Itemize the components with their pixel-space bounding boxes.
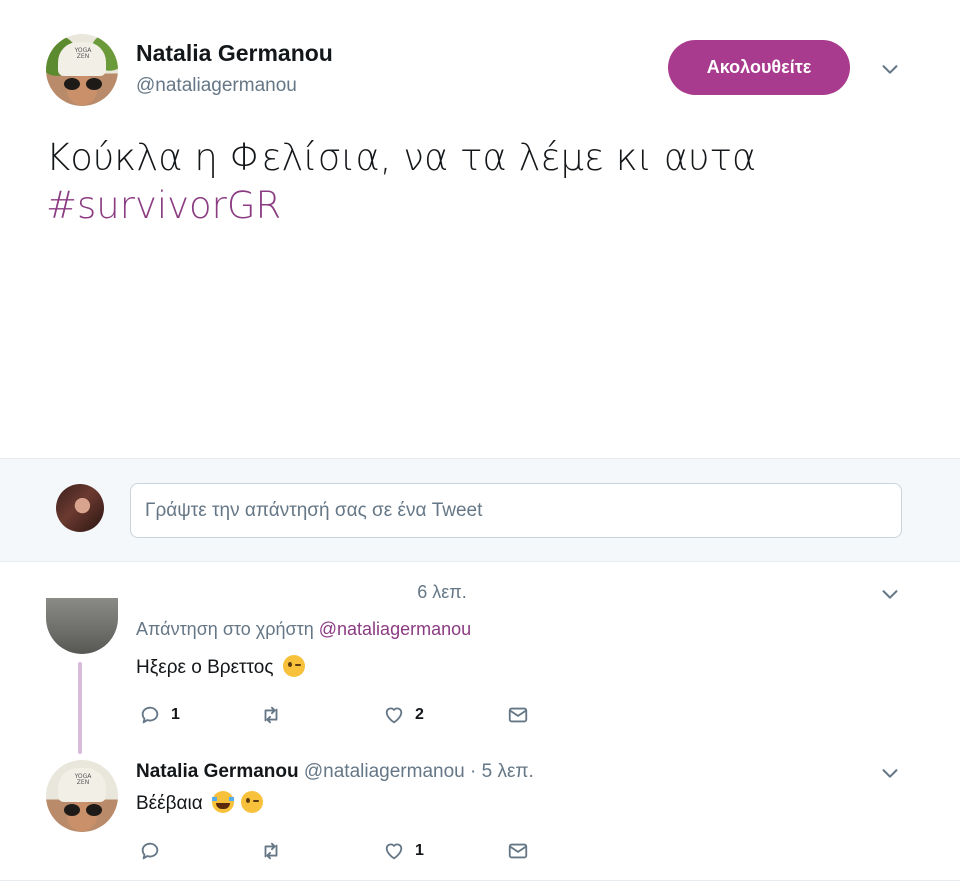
hashtag-link[interactable]: #survivorGR <box>46 182 756 230</box>
thread-line <box>78 662 82 754</box>
author-name[interactable]: Natalia Germanou <box>136 40 333 67</box>
like-action[interactable]: 2 <box>383 704 424 726</box>
retweet-icon <box>264 842 278 860</box>
reply2-reply-action[interactable] <box>139 840 171 862</box>
reply-count: 1 <box>171 706 180 723</box>
face-with-tears-of-joy-emoji-icon <box>212 791 235 813</box>
reply2-direct-message-action[interactable] <box>507 840 529 862</box>
replying-to: Απάντηση στο χρήστη @nataliagermanou <box>136 619 471 640</box>
tweet-options-chevron-icon[interactable] <box>879 58 901 80</box>
author-avatar[interactable]: YOGA ZEN <box>46 34 118 106</box>
reply2-header: Natalia Germanou @nataliagermanou · 5 λε… <box>136 761 534 783</box>
reply-icon <box>141 842 159 860</box>
reply2-options-chevron-icon[interactable] <box>879 762 901 784</box>
following-button[interactable]: Ακολουθείτε <box>668 40 850 95</box>
reply-author-avatar[interactable] <box>46 598 118 654</box>
envelope-icon <box>508 707 528 723</box>
heart-icon <box>385 707 403 724</box>
envelope-icon <box>508 843 528 859</box>
like-count: 2 <box>415 706 424 723</box>
winking-face-emoji-icon <box>241 791 264 813</box>
avatar-sunglasses <box>64 804 102 816</box>
reply-icon <box>141 706 159 724</box>
heart-icon <box>385 843 403 860</box>
current-user-avatar <box>56 484 104 532</box>
winking-face-emoji-icon <box>282 655 305 677</box>
reply2-author-avatar[interactable]: YOGA ZEN <box>46 760 118 832</box>
retweet-icon <box>264 706 278 724</box>
reply-action[interactable]: 1 <box>139 704 180 726</box>
author-handle[interactable]: @nataliagermanou <box>136 75 297 97</box>
reply-text: Ηξερε ο Βρεττος <box>136 655 305 679</box>
replying-to-prefix: Απάντηση στο χρήστη <box>136 619 314 639</box>
reply-input[interactable] <box>130 483 902 538</box>
direct-message-action[interactable] <box>507 704 529 726</box>
reply-options-chevron-icon[interactable] <box>879 583 901 605</box>
reply2-author-name[interactable]: Natalia Germanou <box>136 761 299 782</box>
avatar-hat-text: YOGA ZEN <box>74 47 92 60</box>
reply-body: Ηξερε ο Βρεττος <box>136 657 274 678</box>
reply2-body: Βέέβαια <box>136 793 203 814</box>
tweet-text: Κούκλα η Φελίσια, να τα λέμε κι αυτα #su… <box>46 134 756 230</box>
reply2-like-action[interactable]: 1 <box>383 840 424 862</box>
avatar-hat-text: YOGA ZEN <box>74 773 92 786</box>
reply2-text: Βέέβαια <box>136 791 264 815</box>
reply2-meta[interactable]: @nataliagermanou · 5 λεπ. <box>304 761 534 782</box>
divider <box>0 880 960 881</box>
reply2-like-count: 1 <box>415 842 424 859</box>
reply-timestamp: 6 λεπ. <box>417 582 467 602</box>
replying-to-mention[interactable]: @nataliagermanou <box>319 619 471 639</box>
reply2-retweet-action[interactable] <box>260 840 292 862</box>
tweet-body: Κούκλα η Φελίσια, να τα λέμε κι αυτα <box>46 136 757 179</box>
retweet-action[interactable] <box>260 704 292 726</box>
avatar-sunglasses <box>64 78 102 90</box>
